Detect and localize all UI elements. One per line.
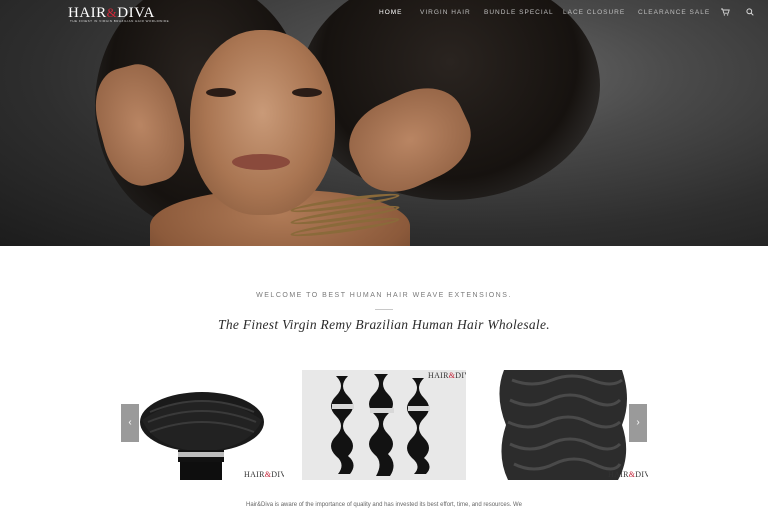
intro-paragraph: Hair&Diva is aware of the importance of …: [246, 502, 522, 508]
cart-icon[interactable]: [720, 8, 730, 18]
body-wave-bundles-image: [331, 374, 430, 476]
carousel-next-button[interactable]: ›: [629, 404, 647, 442]
nav-item-bundle-special[interactable]: BUNDLE SPECIAL: [484, 9, 554, 19]
product-card-loose-wave[interactable]: HAIR&DIVA: [484, 370, 648, 480]
carousel-prev-button[interactable]: ‹: [121, 404, 139, 442]
logo-tagline: THE FINEST IN VIRGIN BRAZILIAN HAIR WORL…: [70, 19, 170, 23]
product-card-body-wave[interactable]: HAIR&DIVA: [302, 370, 466, 480]
loose-wave-hair-image: [499, 370, 627, 480]
hero-face: [190, 30, 335, 215]
nav-item-lace-closure[interactable]: LACE CLOSURE: [563, 9, 625, 19]
product-card-closure[interactable]: HAIR&DIVA: [120, 370, 284, 480]
card-brand-badge: HAIR&DIVA: [428, 371, 466, 380]
nav-item-clearance-sale[interactable]: CLEARANCE SALE: [638, 9, 710, 19]
section-divider: [375, 309, 393, 310]
page-headline: The Finest Virgin Remy Brazilian Human H…: [218, 317, 550, 332]
closure-hair-image: [140, 392, 264, 480]
welcome-text: WELCOME TO BEST HUMAN HAIR WEAVE EXTENSI…: [256, 292, 512, 299]
card-brand-badge: HAIR&DIVA: [608, 470, 648, 479]
chevron-right-icon: ›: [636, 417, 640, 428]
hero-banner: [0, 0, 768, 246]
chevron-left-icon: ‹: [128, 417, 132, 428]
hero-eye-left: [206, 88, 236, 97]
nav-item-virgin-hair[interactable]: VIRGIN HAIR: [420, 9, 471, 19]
hero-eye-right: [292, 88, 322, 97]
top-navigation: HAIR&DIVA THE FINEST IN VIRGIN BRAZILIAN…: [0, 0, 768, 26]
search-icon[interactable]: [745, 8, 755, 18]
nav-item-home[interactable]: HOME: [379, 9, 403, 19]
hero-lips: [232, 154, 290, 170]
card-brand-badge: HAIR&DIVA: [244, 470, 284, 479]
